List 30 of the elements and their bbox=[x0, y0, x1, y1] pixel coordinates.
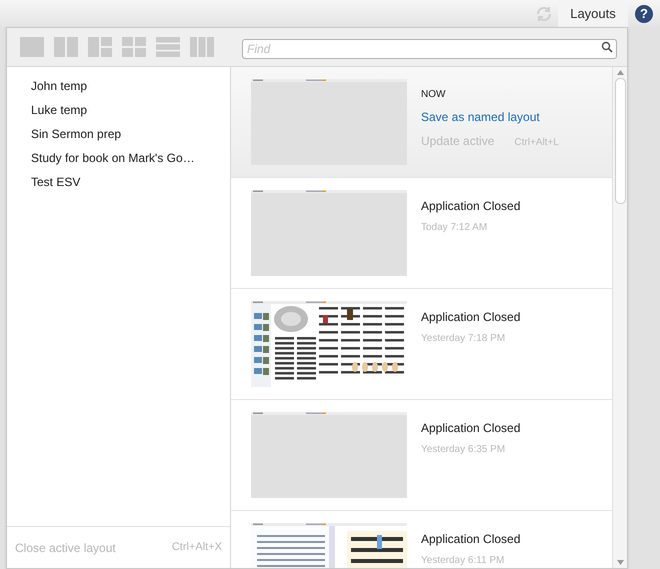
event-time: Yesterday 6:11 PM bbox=[421, 554, 506, 568]
event-time: Today 7:12 AM bbox=[421, 221, 488, 235]
layout-mode-icon[interactable] bbox=[88, 37, 112, 57]
help-icon[interactable]: ? bbox=[635, 4, 653, 22]
scrollbar-thumb[interactable] bbox=[614, 78, 626, 204]
layout-mode-icon[interactable] bbox=[20, 37, 44, 57]
scrollbar[interactable] bbox=[612, 67, 627, 568]
layout-mode-icon[interactable] bbox=[156, 37, 180, 57]
scroll-down-icon[interactable] bbox=[616, 560, 624, 565]
event-title: Application Closed bbox=[421, 420, 520, 437]
scroll-up-icon[interactable] bbox=[616, 70, 624, 75]
event-title: Application Closed bbox=[421, 198, 520, 215]
section-label: NOW bbox=[421, 88, 446, 102]
refresh-icon[interactable] bbox=[535, 4, 553, 22]
event-time: Yesterday 7:18 PM bbox=[421, 332, 506, 346]
search-icon[interactable] bbox=[601, 41, 613, 53]
layout-name[interactable]: Test ESV bbox=[31, 170, 230, 194]
shortcut-text: Ctrl+Alt+X bbox=[172, 540, 222, 556]
save-layout-link[interactable]: Save as named layout bbox=[421, 108, 559, 126]
layout-mode-icon[interactable] bbox=[54, 37, 78, 57]
layout-mode-icon[interactable] bbox=[122, 37, 146, 57]
event-title: Application Closed bbox=[421, 531, 520, 548]
event-time: Yesterday 6:35 PM bbox=[421, 443, 506, 457]
layout-name[interactable]: Luke temp bbox=[31, 98, 230, 122]
event-title: Application Closed bbox=[421, 309, 520, 326]
layout-mode-icon[interactable] bbox=[190, 37, 214, 57]
layout-name[interactable]: Sin Sermon prep bbox=[31, 122, 230, 146]
layout-name[interactable]: John temp bbox=[31, 74, 230, 98]
layout-name[interactable]: Study for book on Mark's Go… bbox=[31, 146, 230, 170]
search-field[interactable]: Find bbox=[242, 39, 617, 59]
